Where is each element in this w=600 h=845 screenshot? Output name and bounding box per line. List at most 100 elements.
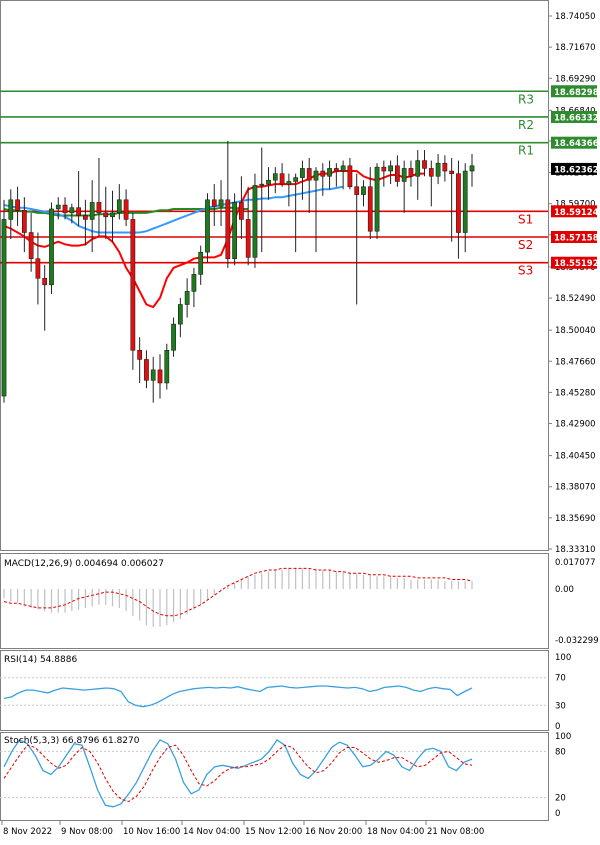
candle-body — [313, 170, 319, 181]
candle-body — [327, 168, 332, 177]
level-price-label: 18.55192 — [554, 259, 599, 269]
candle-body — [171, 323, 176, 351]
x-tick-label: 14 Nov 04:00 — [183, 827, 240, 837]
candle-body — [211, 199, 217, 207]
candle-body — [28, 232, 34, 259]
rsi-tick-label: 70 — [555, 674, 566, 684]
candle-body — [49, 208, 54, 286]
rsi-tick-label: 30 — [555, 701, 566, 711]
macd-tick-label: -0.032299 — [555, 636, 599, 646]
candle-body — [415, 160, 421, 177]
level-name-s1: S1 — [518, 212, 533, 226]
rsi-label: RSI(14) 54.8886 — [4, 655, 77, 665]
level-price-label: 18.66332 — [554, 113, 599, 123]
level-name-s3: S3 — [518, 264, 533, 278]
candle-body — [469, 165, 475, 172]
price-tick-label: 18.40450 — [555, 452, 596, 462]
level-name-r1: R1 — [518, 144, 534, 158]
rsi-tick-label: 0 — [555, 722, 560, 732]
stoch-tick-label: 80 — [555, 747, 566, 757]
candle-body — [252, 185, 258, 258]
candle-body — [96, 202, 102, 214]
candle-body — [130, 219, 136, 351]
x-tick-label: 9 Nov 08:00 — [61, 827, 113, 837]
candle-body — [191, 274, 197, 292]
candle-body — [442, 162, 448, 172]
candle-body — [69, 207, 75, 214]
candle-body — [388, 165, 393, 172]
candle-body — [456, 173, 461, 233]
level-name-r2: R2 — [518, 118, 534, 132]
candle-body — [225, 199, 231, 259]
candle-body — [35, 258, 41, 279]
level-price-label: 18.64366 — [554, 139, 599, 149]
candle-body — [110, 212, 115, 218]
candle-body — [435, 162, 441, 177]
candle-body — [300, 168, 305, 178]
candle-body — [83, 215, 88, 220]
candle-body — [333, 168, 339, 172]
stoch-tick-label: 0 — [555, 809, 560, 819]
candle-body — [449, 170, 455, 174]
price-tick-label: 18.69290 — [555, 74, 596, 84]
candle-body — [306, 168, 312, 181]
x-tick-label: 15 Nov 12:00 — [245, 827, 302, 837]
candle-body — [205, 199, 210, 253]
forex-chart[interactable]: R3 R2 R1 S1 S2 S3 18.74050 18.71670 18.69290 18.… — [0, 0, 600, 841]
candle-body — [137, 350, 143, 360]
candle-body — [21, 210, 27, 233]
candle-body — [245, 219, 251, 258]
candle-body — [401, 168, 407, 182]
candle-body — [157, 369, 163, 384]
candle-body — [462, 170, 468, 233]
level-price-label: 18.68298 — [554, 88, 599, 98]
candle-body — [408, 168, 414, 177]
x-tick-label: 8 Nov 2022 — [3, 827, 52, 837]
x-tick-label: 16 Nov 20:00 — [305, 827, 362, 837]
candle-body — [266, 179, 271, 185]
x-tick-label: 18 Nov 04:00 — [367, 827, 424, 837]
current-price-label: 18.62362 — [554, 165, 599, 175]
candle-body — [218, 199, 224, 207]
candle-body — [144, 359, 149, 381]
candle-body — [395, 165, 400, 182]
candle-body — [354, 186, 360, 195]
price-tick-label: 18.35690 — [555, 514, 596, 524]
candle-body — [286, 181, 292, 185]
candle-body — [164, 350, 170, 384]
price-tick-label: 18.47660 — [555, 357, 596, 367]
x-tick-label: 21 Nov 08:00 — [427, 827, 484, 837]
stoch-tick-label: 100 — [555, 732, 571, 742]
stoch-tick-label: 20 — [555, 794, 566, 804]
candle-body — [103, 212, 109, 218]
candle-body — [367, 186, 373, 232]
price-tick-label: 18.42900 — [555, 420, 596, 430]
stoch-label: Stoch(5,3,3) 66.8796 61.8270 — [4, 736, 140, 746]
candle-body — [361, 186, 366, 195]
price-tick-label: 18.71670 — [555, 43, 596, 53]
candle-body — [184, 291, 190, 305]
candle-body — [198, 251, 204, 275]
candle-body — [8, 199, 14, 220]
candle-body — [320, 170, 326, 177]
candle-body — [116, 199, 122, 214]
candle-body — [381, 166, 387, 172]
level-name-s2: S2 — [518, 238, 533, 252]
candle-body — [428, 168, 434, 177]
candle-body — [123, 199, 129, 220]
candle-body — [272, 173, 278, 181]
level-price-label: 18.59124 — [554, 208, 599, 218]
candle-body — [259, 183, 265, 186]
x-tick-label: 10 Nov 16:00 — [123, 827, 180, 837]
candle-body — [232, 202, 237, 259]
candle-body — [76, 207, 81, 216]
price-tick-label: 18.45280 — [555, 388, 596, 398]
candle-body — [422, 160, 427, 169]
candle-body — [177, 304, 183, 325]
macd-tick-label: 0.00 — [555, 585, 574, 595]
price-tick-label: 18.74050 — [555, 12, 596, 22]
candle-body — [293, 177, 299, 182]
rsi-tick-label: 100 — [555, 653, 571, 663]
candle-body — [42, 278, 48, 286]
candle-body — [279, 173, 285, 185]
